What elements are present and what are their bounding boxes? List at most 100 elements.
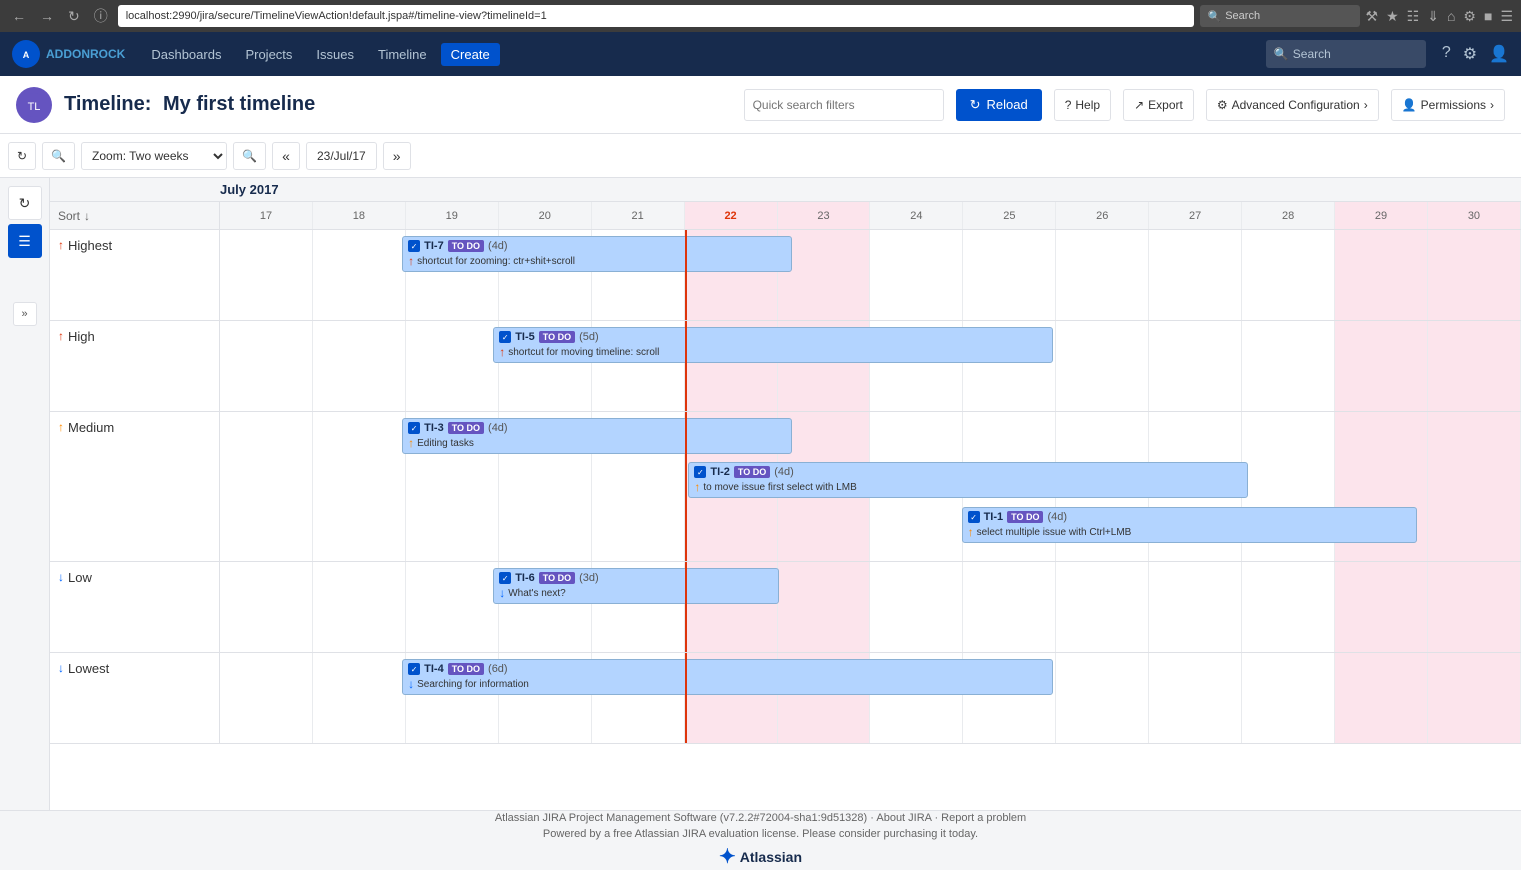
day-17: 17	[220, 202, 313, 229]
search-icon: 🔍	[1208, 10, 1222, 23]
task-bar-ti-2[interactable]: ✓TI-2TO DO(4d)↑to move issue first selec…	[688, 462, 1247, 498]
browser-chrome: ← → ↻ ⓘ localhost:2990/jira/secure/Timel…	[0, 0, 1521, 32]
day-26: 26	[1056, 202, 1149, 229]
priority-name-label: Lowest	[68, 661, 109, 676]
create-button[interactable]: Create	[441, 43, 500, 66]
day-29: 29	[1335, 202, 1428, 229]
task-priority-icon: ↓	[408, 677, 414, 691]
app-header: A ADDONROCK Dashboards Projects Issues T…	[0, 32, 1521, 76]
task-priority-icon: ↓	[499, 586, 505, 600]
task-priority-icon: ↑	[694, 480, 700, 494]
header-search-bar[interactable]: 🔍 Search	[1266, 40, 1426, 68]
shield-icon[interactable]: ■	[1484, 8, 1492, 25]
help-button[interactable]: ? Help	[1054, 89, 1111, 121]
bg-cell-day-18	[313, 321, 406, 411]
help-icon[interactable]: ?	[1442, 44, 1451, 64]
app-nav: Dashboards Projects Issues Timeline Crea…	[141, 43, 1249, 66]
task-checkbox-icon[interactable]: ✓	[499, 572, 511, 584]
bg-cell-day-18	[313, 562, 406, 652]
expand-panel-button[interactable]: »	[13, 302, 37, 326]
priority-label-highest: ↑Highest	[50, 230, 220, 320]
url-bar[interactable]: localhost:2990/jira/secure/TimelineViewA…	[118, 5, 1194, 27]
bg-cell-day-27	[1149, 230, 1242, 320]
task-duration-label: (4d)	[774, 466, 794, 478]
task-checkbox-icon[interactable]: ✓	[694, 466, 706, 478]
task-duration-label: (5d)	[579, 331, 599, 343]
download-icon[interactable]: ⇓	[1427, 8, 1439, 25]
svg-text:TL: TL	[28, 101, 41, 113]
task-description: to move issue first select with LMB	[703, 482, 856, 493]
bg-cell-day-28	[1242, 562, 1335, 652]
priority-arrow-icon: ↑	[58, 329, 64, 343]
svg-text:A: A	[23, 50, 30, 60]
permissions-button[interactable]: 👤 Permissions ›	[1391, 89, 1505, 121]
zoom-select[interactable]: Zoom: One weekZoom: Two weeksZoom: One m…	[81, 142, 227, 170]
bg-cell-day-17	[220, 562, 313, 652]
puzzle-icon[interactable]: ⚙	[1463, 8, 1476, 25]
bg-cell-day-23	[778, 562, 871, 652]
sort-header[interactable]: Sort ↓	[50, 202, 220, 229]
priority-content-area: ✓TI-4TO DO(6d)↓Searching for information	[220, 653, 1521, 743]
home-icon[interactable]: ⌂	[1447, 8, 1455, 25]
export-button[interactable]: ↗ Export	[1123, 89, 1194, 121]
task-status-badge: TO DO	[448, 240, 484, 252]
bg-cell-day-17	[220, 412, 313, 561]
search-icon: 🔍	[242, 149, 257, 163]
header-icons: ? ⚙ 👤	[1442, 44, 1509, 64]
task-checkbox-icon[interactable]: ✓	[968, 511, 980, 523]
priority-name-label: Medium	[68, 420, 114, 435]
star-icon[interactable]: ★	[1386, 8, 1399, 25]
next-date-button[interactable]: »	[383, 142, 411, 170]
advanced-config-button[interactable]: ⚙ Advanced Configuration ›	[1206, 89, 1379, 121]
task-bar-ti-5[interactable]: ✓TI-5TO DO(5d)↑shortcut for moving timel…	[493, 327, 1052, 363]
bg-cell-day-28	[1242, 230, 1335, 320]
prev-date-button[interactable]: «	[272, 142, 300, 170]
refresh-button[interactable]: ↻	[64, 6, 84, 27]
task-status-badge: TO DO	[734, 466, 770, 478]
forward-button[interactable]: →	[36, 6, 58, 26]
wrench-icon[interactable]: ⚒	[1366, 8, 1379, 25]
task-bar-ti-7[interactable]: ✓TI-7TO DO(4d)↑shortcut for zooming: ctr…	[402, 236, 792, 272]
task-duration-label: (6d)	[488, 663, 508, 675]
task-checkbox-icon[interactable]: ✓	[408, 663, 420, 675]
sidebar-undo-button[interactable]: ↻	[8, 186, 42, 220]
nav-projects[interactable]: Projects	[235, 43, 302, 66]
back-button[interactable]: ←	[8, 6, 30, 26]
task-bar-ti-1[interactable]: ✓TI-1TO DO(4d)↑select multiple issue wit…	[962, 507, 1417, 543]
task-priority-icon: ↑	[408, 436, 414, 450]
nav-dashboards[interactable]: Dashboards	[141, 43, 231, 66]
bg-cell-day-29	[1335, 230, 1428, 320]
undo-icon: ↻	[17, 149, 27, 163]
today-line	[685, 562, 687, 652]
page-title: Timeline: My first timeline	[64, 93, 732, 116]
nav-issues[interactable]: Issues	[306, 43, 364, 66]
task-checkbox-icon[interactable]: ✓	[408, 240, 420, 252]
task-checkbox-icon[interactable]: ✓	[408, 422, 420, 434]
day-30: 30	[1428, 202, 1521, 229]
task-description: Editing tasks	[417, 438, 474, 449]
task-bar-ti-6[interactable]: ✓TI-6TO DO(3d)↓What's next?	[493, 568, 779, 604]
browser-search-bar[interactable]: 🔍 Search	[1200, 5, 1360, 27]
nav-timeline[interactable]: Timeline	[368, 43, 437, 66]
apply-zoom-button[interactable]: 🔍	[233, 142, 266, 170]
undo-button[interactable]: ↻	[8, 142, 36, 170]
task-bar-ti-4[interactable]: ✓TI-4TO DO(6d)↓Searching for information	[402, 659, 1053, 695]
quick-search-input[interactable]	[744, 89, 944, 121]
task-description: select multiple issue with Ctrl+LMB	[977, 527, 1132, 538]
reload-button[interactable]: ↻ Reload	[956, 89, 1042, 121]
search-icon: 🔍	[1274, 47, 1289, 61]
footer-line1: Atlassian JIRA Project Management Softwa…	[495, 812, 1026, 824]
task-description: shortcut for moving timeline: scroll	[508, 347, 659, 358]
menu-icon[interactable]: ☰	[1500, 8, 1513, 25]
task-checkbox-icon[interactable]: ✓	[499, 331, 511, 343]
task-bar-ti-3[interactable]: ✓TI-3TO DO(4d)↑Editing tasks	[402, 418, 792, 454]
grid-icon[interactable]: ☷	[1407, 8, 1420, 25]
settings-icon[interactable]: ⚙	[1463, 44, 1477, 64]
bg-cell-day-28	[1242, 653, 1335, 743]
search-toggle-button[interactable]: 🔍	[42, 142, 75, 170]
search-icon: 🔍	[51, 149, 66, 163]
today-line	[685, 321, 687, 411]
user-avatar[interactable]: 👤	[1489, 44, 1509, 64]
priority-arrow-icon: ↓	[58, 570, 64, 584]
sidebar-list-button[interactable]: ☰	[8, 224, 42, 258]
